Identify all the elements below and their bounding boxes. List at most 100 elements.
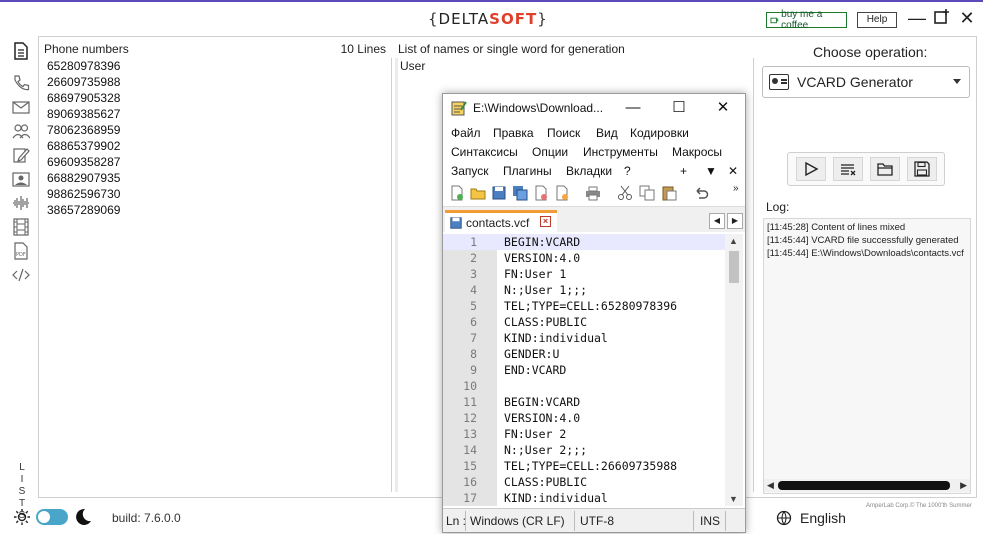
scroll-left-icon[interactable]: ◀ <box>767 480 774 491</box>
menu-options[interactable]: Опции <box>532 145 568 159</box>
paste-icon[interactable] <box>661 185 677 201</box>
code-line[interactable]: 9 END:VCARD <box>443 362 725 378</box>
menu-encoding[interactable]: Кодировки <box>630 126 689 140</box>
audio-wave-icon[interactable] <box>12 194 30 212</box>
scroll-right-icon[interactable]: ▶ <box>960 480 967 491</box>
title-bar: {DELTASOFT} buy me a coffee Help — ✕ <box>0 2 983 36</box>
menu-tools[interactable]: Инструменты <box>583 145 658 159</box>
menu-plugins[interactable]: Плагины <box>503 164 552 178</box>
code-line[interactable]: 13 FN:User 2 <box>443 426 725 442</box>
code-line[interactable]: 5 TEL;TYPE=CELL:65280978396 <box>443 298 725 314</box>
menu-file[interactable]: Файл <box>451 126 481 140</box>
tab-contacts-vcf[interactable]: contacts.vcf × <box>445 210 557 233</box>
run-button[interactable] <box>795 157 826 181</box>
film-icon[interactable] <box>12 218 30 236</box>
menu-add-tab[interactable]: + <box>680 164 687 178</box>
code-line[interactable]: 17 KIND:individual <box>443 490 725 506</box>
phone-icon[interactable] <box>12 74 30 92</box>
notepad-title-bar[interactable]: E:\Windows\Download... — ☐ ✕ <box>443 94 745 122</box>
notepad-menu-row-1: Файл Правка Поиск Вид Кодировки <box>443 124 745 143</box>
operation-select[interactable]: VCARD Generator <box>762 66 970 98</box>
notepad-maximize-button[interactable]: ☐ <box>669 98 689 118</box>
coffee-cup-icon <box>770 17 779 24</box>
print-icon[interactable] <box>585 185 601 201</box>
scroll-down-icon[interactable]: ▼ <box>729 494 738 504</box>
menu-tabs[interactable]: Вкладки <box>566 164 612 178</box>
scroll-up-icon[interactable]: ▲ <box>729 236 738 246</box>
scrollbar-thumb[interactable] <box>778 481 950 490</box>
minimize-button[interactable]: — <box>907 8 927 28</box>
new-file-icon[interactable] <box>449 185 465 201</box>
cut-icon[interactable] <box>617 185 633 201</box>
menu-edit[interactable]: Правка <box>493 126 534 140</box>
tab-scroll-left[interactable]: ◀ <box>709 213 725 229</box>
status-eol: Windows (CR LF) <box>470 514 565 528</box>
menu-syntax[interactable]: Синтаксисы <box>451 145 518 159</box>
menu-view[interactable]: Вид <box>596 126 618 140</box>
code-line[interactable]: 6 CLASS:PUBLIC <box>443 314 725 330</box>
notepad-tab-bar: contacts.vcf × ◀ ▶ <box>443 206 745 233</box>
sun-icon[interactable] <box>13 508 31 526</box>
notepad-editor[interactable]: 1 BEGIN:VCARD 2 VERSION:4.0 3 FN:User 1 4 N:… <box>443 234 745 506</box>
menu-search[interactable]: Поиск <box>547 126 580 140</box>
tab-scroll-right[interactable]: ▶ <box>727 213 743 229</box>
code-line[interactable]: 12 VERSION:4.0 <box>443 410 725 426</box>
close-all-icon[interactable] <box>554 185 570 201</box>
toggle-knob <box>38 511 50 523</box>
menu-macros[interactable]: Макросы <box>672 145 722 159</box>
log-output[interactable]: [11:45:28] Content of lines mixed [11:45… <box>763 218 971 494</box>
clear-button[interactable] <box>832 157 863 181</box>
image-icon[interactable] <box>12 170 30 188</box>
menu-close-doc[interactable]: ✕ <box>728 164 738 178</box>
code-line[interactable]: 1 BEGIN:VCARD <box>443 234 725 250</box>
names-title: List of names or single word for generat… <box>398 42 625 56</box>
edit-icon[interactable] <box>12 146 30 164</box>
moon-icon[interactable] <box>74 508 92 526</box>
log-horizontal-scrollbar[interactable]: ◀ ▶ <box>764 479 970 492</box>
buy-coffee-button[interactable]: buy me a coffee <box>766 9 847 31</box>
status-encoding: UTF-8 <box>580 514 614 528</box>
menu-help[interactable]: ? <box>624 164 631 178</box>
code-line[interactable]: 2 VERSION:4.0 <box>443 250 725 266</box>
code-line[interactable]: 3 FN:User 1 <box>443 266 725 282</box>
mail-icon[interactable] <box>12 98 30 116</box>
open-folder-button[interactable] <box>869 157 900 181</box>
new-window-button[interactable] <box>932 8 952 28</box>
save-all-icon[interactable] <box>512 185 528 201</box>
code-line[interactable]: 7 KIND:individual <box>443 330 725 346</box>
clear-list-icon <box>840 164 855 176</box>
save-file-icon[interactable] <box>491 185 507 201</box>
sidebar: PDF L I S T S <box>4 36 38 521</box>
code-line[interactable]: 11 BEGIN:VCARD <box>443 394 725 410</box>
phones-textarea[interactable]: 65280978396 26609735988 68697905328 8906… <box>42 58 392 492</box>
close-file-icon[interactable] <box>533 185 549 201</box>
users-icon[interactable] <box>12 122 31 140</box>
code-line[interactable]: 14 N:;User 2;;; <box>443 442 725 458</box>
notepad-close-button[interactable]: ✕ <box>713 98 733 118</box>
document-icon[interactable] <box>12 42 30 60</box>
help-button[interactable]: Help <box>857 12 897 28</box>
tab-close-icon[interactable]: × <box>540 216 551 227</box>
notepad-menu-row-2: Синтаксисы Опции Инструменты Макросы <box>443 143 745 162</box>
menu-run[interactable]: Запуск <box>451 164 489 178</box>
menu-dropdown[interactable]: ▼ <box>705 164 717 178</box>
copy-icon[interactable] <box>639 185 655 201</box>
code-line[interactable]: 10 <box>443 378 725 394</box>
editor-vertical-scrollbar[interactable]: ▲ ▼ <box>725 234 743 506</box>
close-button[interactable]: ✕ <box>957 8 977 28</box>
undo-icon[interactable] <box>693 185 709 201</box>
code-line[interactable]: 15 TEL;TYPE=CELL:26609735988 <box>443 458 725 474</box>
operation-label: Choose operation: <box>813 44 928 60</box>
scrollbar-thumb[interactable] <box>729 251 739 283</box>
toolbar-overflow-icon[interactable]: » <box>733 183 739 194</box>
save-button[interactable] <box>906 157 937 181</box>
pdf-icon[interactable]: PDF <box>12 242 30 260</box>
notepad-minimize-button[interactable]: — <box>623 98 643 118</box>
code-line[interactable]: 8 GENDER:U <box>443 346 725 362</box>
open-file-icon[interactable] <box>470 185 486 201</box>
theme-toggle[interactable] <box>36 509 68 525</box>
code-icon[interactable] <box>12 266 30 284</box>
code-line[interactable]: 16 CLASS:PUBLIC <box>443 474 725 490</box>
code-line[interactable]: 4 N:;User 1;;; <box>443 282 725 298</box>
language-selector[interactable]: English <box>776 510 846 526</box>
